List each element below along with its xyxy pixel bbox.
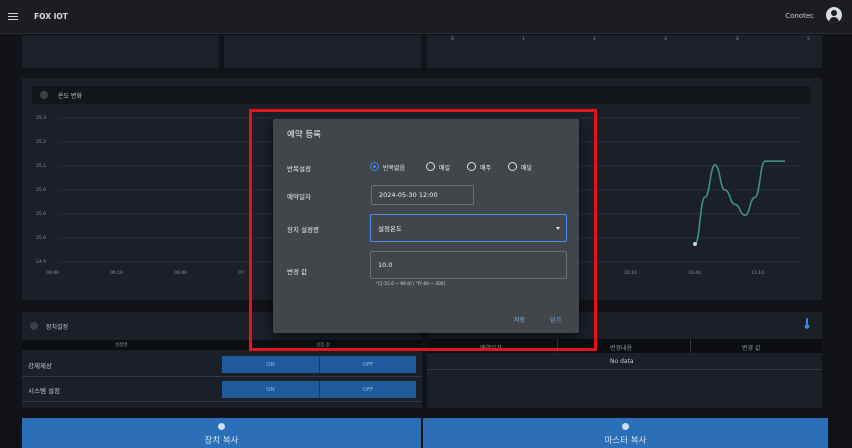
row-divider xyxy=(427,369,822,370)
device-copy-button[interactable]: 장치 복사 xyxy=(22,418,421,448)
copy-icon xyxy=(218,423,225,430)
highlight-frame xyxy=(249,109,597,351)
defrost-off-button[interactable]: OFF xyxy=(320,356,416,373)
temperature-series-line xyxy=(694,160,785,245)
schedule-header-value: 변경 값 xyxy=(742,345,761,352)
defrost-on-button[interactable]: ON xyxy=(222,356,319,373)
settings-header-name: 설정명 xyxy=(115,343,128,348)
schedule-header-content: 변경내용 xyxy=(610,345,633,352)
settings-title: 장치설정 xyxy=(46,324,69,331)
master-copy-label: 마스터 복사 xyxy=(604,436,647,446)
master-copy-button[interactable]: 마스터 복사 xyxy=(423,418,828,448)
temperature-data-point xyxy=(693,242,697,246)
system-on-button[interactable]: ON xyxy=(222,381,319,398)
row-divider xyxy=(22,401,422,402)
settings-row-label: 강제제상 xyxy=(28,362,52,370)
thermometer-icon[interactable] xyxy=(804,318,810,329)
device-copy-label: 장치 복사 xyxy=(204,436,239,446)
header-column-divider xyxy=(690,339,691,353)
system-off-button[interactable]: OFF xyxy=(320,381,416,398)
settings-header-icon xyxy=(30,322,38,330)
schedule-empty-text: No data xyxy=(610,358,634,365)
row-divider xyxy=(22,376,422,377)
settings-row-label: 시스템 설정 xyxy=(28,387,60,395)
copy-icon xyxy=(622,423,629,430)
